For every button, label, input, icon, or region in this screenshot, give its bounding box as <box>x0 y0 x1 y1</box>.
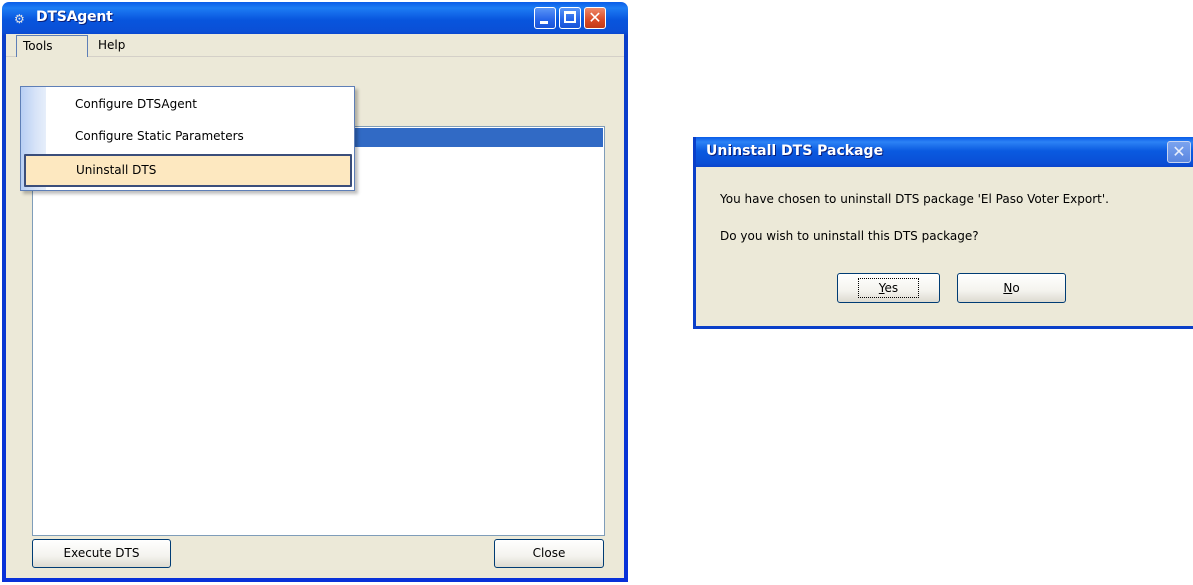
no-mnemonic: N <box>1003 281 1013 295</box>
menu-tools[interactable]: Tools <box>16 35 88 57</box>
menu-item-configure-dtsagent[interactable]: Configure DTSAgent <box>21 89 354 121</box>
no-button[interactable]: No <box>957 273 1066 303</box>
maximize-icon <box>564 11 576 23</box>
minimize-icon <box>540 21 548 24</box>
minimize-button[interactable] <box>534 7 556 29</box>
menu-item-configure-static-parameters[interactable]: Configure Static Parameters <box>21 121 354 153</box>
maximize-button[interactable] <box>559 7 581 29</box>
menu-tools-label: Tools <box>23 39 53 53</box>
close-icon: ✕ <box>1172 142 1186 161</box>
gears-icon: ⚙ <box>14 12 25 26</box>
execute-dts-button[interactable]: Execute DTS <box>32 539 171 568</box>
menu-help[interactable]: Help <box>98 38 125 52</box>
dialog-title: Uninstall DTS Package <box>706 143 884 159</box>
title-bar[interactable]: ⚙ DTSAgent ✕ <box>6 2 624 34</box>
menu-item-uninstall-dts[interactable]: Uninstall DTS <box>24 154 352 187</box>
close-button[interactable]: Close <box>494 539 604 568</box>
uninstall-dialog: Uninstall DTS Package ✕ You have chosen … <box>693 137 1193 329</box>
close-icon: ✕ <box>588 8 602 27</box>
dialog-message: You have chosen to uninstall DTS package… <box>720 192 1109 206</box>
dtsagent-window: ⚙ DTSAgent ✕ Tools Help Execute DTS Clos… <box>2 2 628 582</box>
yes-label-rest: es <box>884 281 899 295</box>
dialog-close-button[interactable]: ✕ <box>1167 141 1191 163</box>
tools-dropdown-menu: Configure DTSAgent Configure Static Para… <box>20 86 355 191</box>
yes-button[interactable]: Yes <box>837 273 940 303</box>
close-window-button[interactable]: ✕ <box>584 7 606 29</box>
menu-bar: Tools Help <box>6 34 624 57</box>
window-title: DTSAgent <box>36 9 113 25</box>
no-label-rest: o <box>1012 281 1020 295</box>
dialog-question: Do you wish to uninstall this DTS packag… <box>720 229 979 243</box>
dialog-title-bar[interactable]: Uninstall DTS Package ✕ <box>696 137 1193 167</box>
yes-button-label: Yes <box>857 278 920 298</box>
